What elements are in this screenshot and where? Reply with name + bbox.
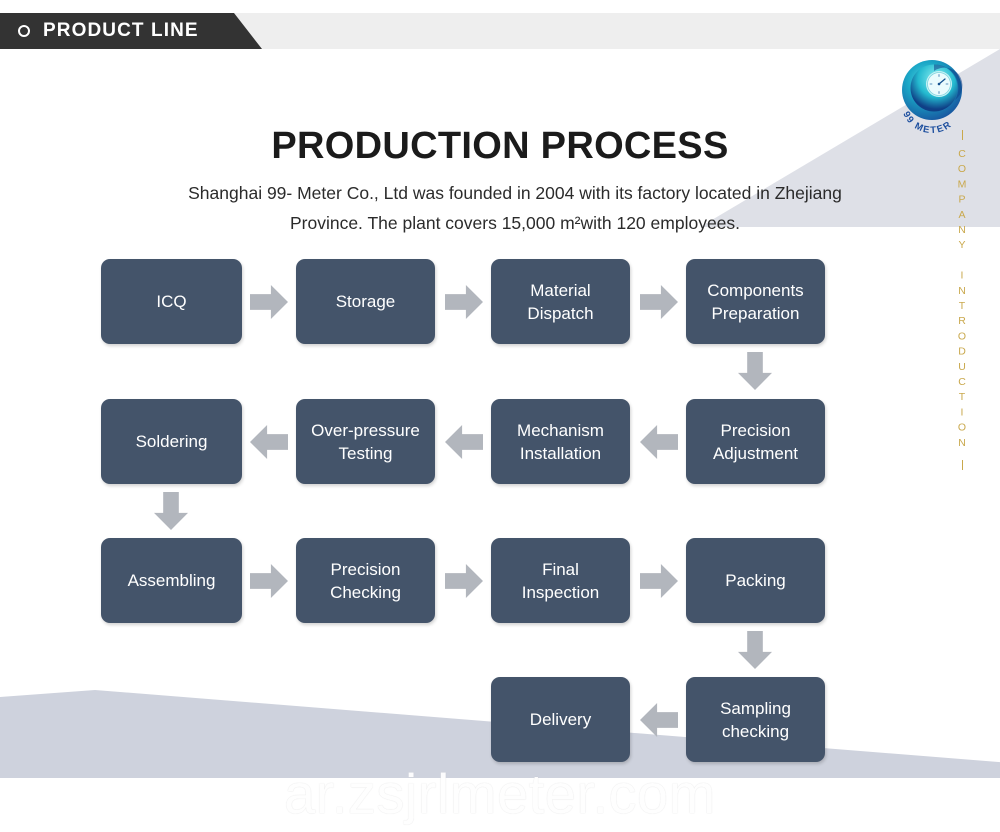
process-node-precadj: Precision Adjustment <box>686 399 825 484</box>
arrow-right-icon <box>640 285 678 319</box>
arrow-right-icon <box>250 285 288 319</box>
process-node-label: Precision Checking <box>330 559 401 602</box>
process-node-label: Components Preparation <box>707 280 804 323</box>
process-node-icq: ICQ <box>101 259 242 344</box>
arrow-down-icon <box>738 352 772 390</box>
process-node-soldering: Soldering <box>101 399 242 484</box>
process-node-delivery: Delivery <box>491 677 630 762</box>
process-node-components: Components Preparation <box>686 259 825 344</box>
process-node-storage: Storage <box>296 259 435 344</box>
process-node-label: Over-pressure Testing <box>311 420 420 463</box>
process-node-precheck: Precision Checking <box>296 538 435 623</box>
process-node-finalinsp: Final Inspection <box>491 538 630 623</box>
arrow-right-icon <box>445 285 483 319</box>
process-node-mechanism: Mechanism Installation <box>491 399 630 484</box>
process-node-label: Final Inspection <box>521 559 600 602</box>
arrow-left-icon <box>640 703 678 737</box>
process-node-label: Packing <box>725 571 786 590</box>
arrow-left-icon <box>250 425 288 459</box>
arrow-right-icon <box>250 564 288 598</box>
arrow-left-icon <box>640 425 678 459</box>
arrow-right-icon <box>640 564 678 598</box>
process-node-overpress: Over-pressure Testing <box>296 399 435 484</box>
process-node-label: Mechanism Installation <box>517 420 604 463</box>
process-node-label: Assembling <box>127 571 216 590</box>
process-node-label: Delivery <box>529 710 592 729</box>
product-line-page: PRODUCT LINE 99 METER COMPANY INTRODUCTI… <box>0 0 1000 832</box>
production-process-flowchart: ICQ Storage Material Dispatch Components Prep… <box>0 0 1000 832</box>
process-node-label: Storage <box>335 292 396 311</box>
process-node-label: Sampling checking <box>720 698 791 741</box>
process-node-material: Material Dispatch <box>491 259 630 344</box>
process-node-label: Soldering <box>135 432 208 451</box>
process-node-sampling: Sampling checking <box>686 677 825 762</box>
process-node-packing: Packing <box>686 538 825 623</box>
process-node-assembling: Assembling <box>101 538 242 623</box>
process-node-label: ICQ <box>156 292 187 311</box>
process-node-label: Precision Adjustment <box>712 420 799 463</box>
arrow-left-icon <box>445 425 483 459</box>
arrow-down-icon <box>154 492 188 530</box>
process-node-label: Material Dispatch <box>527 280 594 323</box>
arrow-down-icon <box>738 631 772 669</box>
arrow-right-icon <box>445 564 483 598</box>
